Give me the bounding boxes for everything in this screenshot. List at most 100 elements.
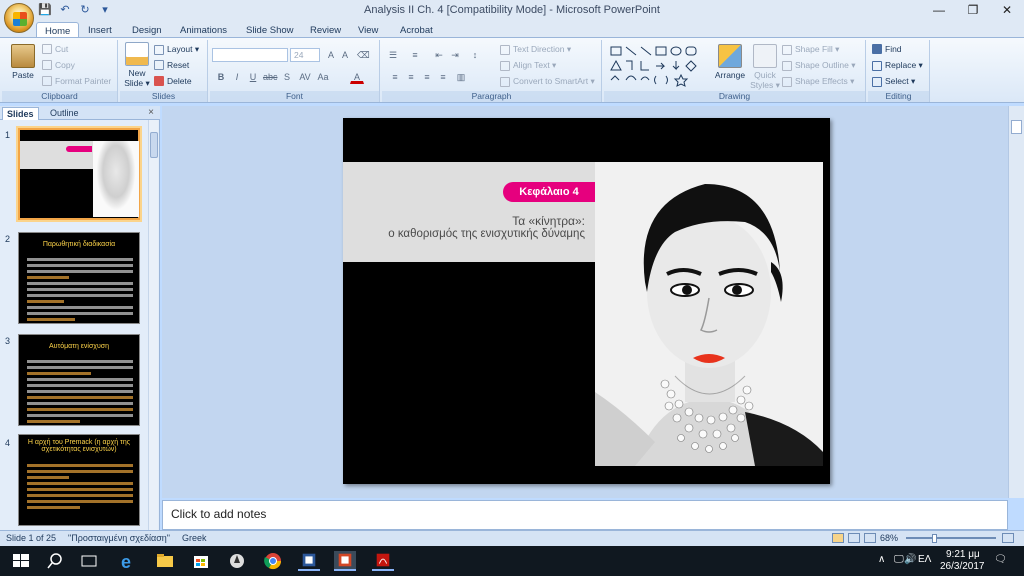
- portrait-photo[interactable]: [595, 162, 823, 466]
- edge-icon[interactable]: e: [118, 551, 140, 571]
- stage-scrollbar[interactable]: [1008, 106, 1024, 498]
- format-painter-button[interactable]: Format Painter: [42, 76, 111, 86]
- bold-icon[interactable]: B: [214, 70, 228, 84]
- fit-window-icon[interactable]: [1002, 533, 1014, 543]
- slide-canvas[interactable]: Κεφάλαιο 4 Τα «κίνητρα»: ο καθορισμός τη…: [343, 118, 830, 484]
- tab-view[interactable]: View: [350, 23, 386, 38]
- notes-placeholder[interactable]: Click to add notes: [171, 507, 266, 521]
- tab-design[interactable]: Design: [124, 23, 170, 38]
- quick-styles-button[interactable]: Quick Styles ▾: [750, 44, 780, 91]
- select-button[interactable]: Select ▾: [872, 76, 915, 87]
- zoom-slider-thumb[interactable]: [932, 534, 937, 543]
- panel-scrollbar[interactable]: [148, 120, 158, 530]
- stage-scroll-thumb[interactable]: [1011, 120, 1022, 134]
- tab-review[interactable]: Review: [302, 23, 349, 38]
- shrink-font-icon[interactable]: A: [338, 48, 352, 62]
- language-indicator[interactable]: Greek: [182, 533, 207, 543]
- bullets-icon[interactable]: ☰: [386, 48, 400, 62]
- convert-smartart-button[interactable]: Convert to SmartArt ▾: [500, 76, 595, 87]
- columns-icon[interactable]: ▥: [454, 70, 468, 84]
- restore-button[interactable]: ❐: [956, 0, 990, 20]
- font-name-field[interactable]: [212, 48, 288, 62]
- zoom-level[interactable]: 68%: [880, 533, 898, 543]
- slide-subtitle-line1[interactable]: Τα «κίνητρα»:: [353, 214, 585, 228]
- replace-button[interactable]: Replace ▾: [872, 60, 923, 71]
- windows-start-icon[interactable]: [10, 551, 32, 571]
- align-text-button[interactable]: Align Text ▾: [500, 60, 556, 71]
- office-button[interactable]: [4, 3, 34, 33]
- volume-icon[interactable]: 🔊: [904, 554, 916, 565]
- font-size-field[interactable]: 24: [290, 48, 320, 62]
- shape-effects-button[interactable]: Shape Effects ▾: [782, 76, 854, 87]
- pen-icon: [782, 60, 792, 71]
- find-button[interactable]: Find: [872, 44, 902, 54]
- arrange-button[interactable]: Arrange: [712, 44, 748, 80]
- file-explorer-icon[interactable]: [154, 551, 176, 571]
- chrome-icon[interactable]: [262, 551, 284, 571]
- grow-font-icon[interactable]: A: [324, 48, 338, 62]
- chapter-badge[interactable]: Κεφάλαιο 4: [503, 182, 595, 202]
- copy-button[interactable]: Copy: [42, 60, 75, 70]
- line-spacing-icon[interactable]: ↕: [468, 48, 482, 62]
- cut-button[interactable]: Cut: [42, 44, 68, 54]
- close-button[interactable]: ✕: [990, 0, 1024, 20]
- tab-acrobat[interactable]: Acrobat: [392, 23, 441, 38]
- network-icon[interactable]: 🖵: [894, 554, 904, 565]
- tab-insert[interactable]: Insert: [80, 23, 120, 38]
- new-slide-button[interactable]: New Slide ▾: [122, 42, 152, 89]
- slideshow-view-icon[interactable]: [864, 533, 876, 543]
- change-case-icon[interactable]: Aa: [316, 70, 330, 84]
- increase-indent-icon[interactable]: ⇥: [448, 48, 462, 62]
- sorter-view-icon[interactable]: [848, 533, 860, 543]
- italic-icon[interactable]: I: [230, 70, 244, 84]
- slide-subtitle-line2[interactable]: ο καθορισμός της ενισχυτικής δύναμης: [343, 228, 585, 240]
- align-left-icon[interactable]: ≡: [388, 70, 402, 84]
- minimize-button[interactable]: —: [922, 0, 956, 20]
- align-right-icon[interactable]: ≡: [420, 70, 434, 84]
- tray-chevron-icon[interactable]: ∧: [878, 554, 885, 565]
- strikethrough-icon[interactable]: abc: [262, 70, 278, 84]
- reset-button[interactable]: Reset: [154, 60, 189, 70]
- media-icon[interactable]: [226, 551, 248, 571]
- close-panel-icon[interactable]: ×: [148, 107, 154, 118]
- clock-time[interactable]: 9:21 μμ: [946, 549, 980, 560]
- clear-format-icon[interactable]: ⌫: [356, 48, 370, 62]
- ribbon-tabs: Home Insert Design Animations Slide Show…: [0, 22, 1024, 40]
- panel-scroll-thumb[interactable]: [150, 132, 158, 158]
- slide-thumbnail[interactable]: Η αρχή του Premack (η αρχή της σχετικότη…: [18, 434, 140, 526]
- tab-animations[interactable]: Animations: [172, 23, 235, 38]
- char-spacing-icon[interactable]: AV: [298, 70, 312, 84]
- tab-slides[interactable]: Slides: [2, 107, 39, 120]
- zoom-slider[interactable]: [906, 537, 996, 539]
- store-icon[interactable]: [190, 551, 212, 571]
- search-icon[interactable]: [44, 551, 66, 571]
- slide-thumbnail[interactable]: [18, 128, 140, 220]
- shapes-gallery[interactable]: [608, 44, 708, 90]
- delete-button[interactable]: Delete: [154, 76, 192, 86]
- acrobat-icon[interactable]: [372, 551, 394, 571]
- clock-date[interactable]: 26/3/2017: [940, 561, 985, 572]
- slide-thumbnail[interactable]: Παρωθητική διαδικασία: [18, 232, 140, 324]
- tab-outline[interactable]: Outline: [46, 107, 83, 119]
- decrease-indent-icon[interactable]: ⇤: [432, 48, 446, 62]
- text-direction-button[interactable]: Text Direction ▾: [500, 44, 571, 55]
- notifications-icon[interactable]: 🗨: [994, 554, 1007, 565]
- underline-icon[interactable]: U: [246, 70, 260, 84]
- layout-button[interactable]: Layout ▾: [154, 44, 199, 55]
- word-icon[interactable]: [298, 551, 320, 571]
- powerpoint-icon[interactable]: [334, 551, 356, 571]
- paste-button[interactable]: Paste: [8, 44, 38, 80]
- font-color-icon[interactable]: A: [350, 70, 364, 84]
- numbering-icon[interactable]: ≡: [408, 48, 422, 62]
- tab-slide-show[interactable]: Slide Show: [238, 23, 302, 38]
- input-language[interactable]: ΕΛ: [918, 554, 931, 565]
- shadow-icon[interactable]: S: [280, 70, 294, 84]
- shape-fill-button[interactable]: Shape Fill ▾: [782, 44, 839, 55]
- align-center-icon[interactable]: ≡: [404, 70, 418, 84]
- normal-view-icon[interactable]: [832, 533, 844, 543]
- notes-pane[interactable]: Click to add notes: [162, 500, 1008, 530]
- task-view-icon[interactable]: [78, 551, 100, 571]
- slide-thumbnail[interactable]: Αυτόματη ενίσχυση: [18, 334, 140, 426]
- justify-icon[interactable]: ≡: [436, 70, 450, 84]
- shape-outline-button[interactable]: Shape Outline ▾: [782, 60, 856, 71]
